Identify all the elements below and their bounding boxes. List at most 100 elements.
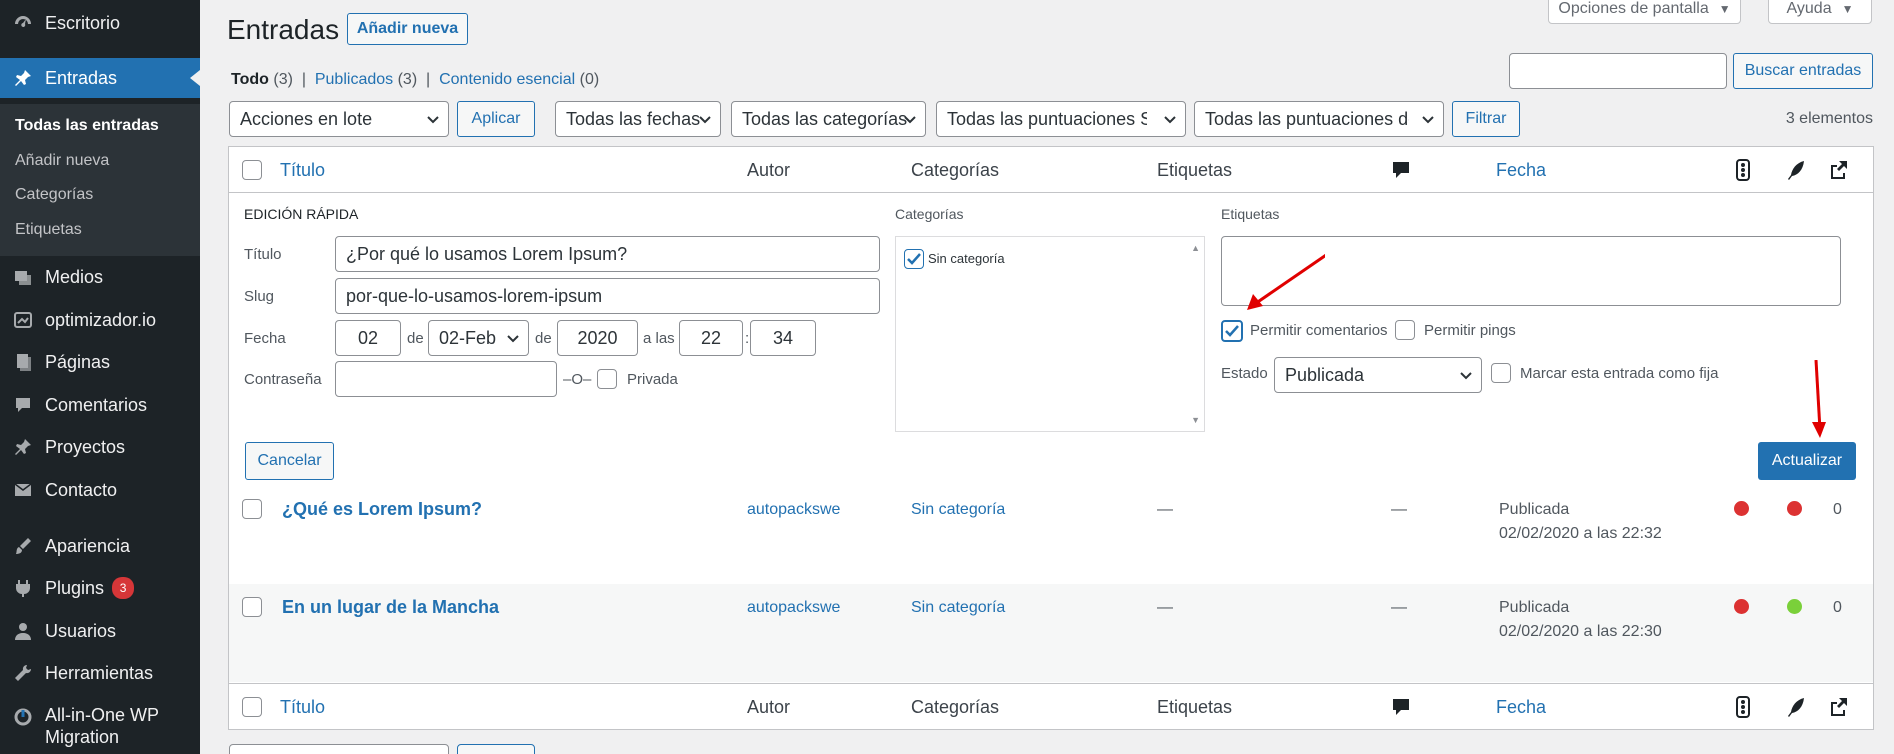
mail-icon — [12, 479, 34, 501]
post-status: Publicada — [1499, 501, 1570, 518]
qe-minute-input[interactable]: 34 — [750, 320, 816, 356]
menu-migration[interactable]: All-in-One WP Migration — [0, 704, 200, 754]
qe-hour-input[interactable]: 22 — [679, 320, 743, 356]
bulk-actions-select[interactable]: Acciones en lote — [229, 101, 449, 137]
menu-apariencia[interactable]: Apariencia — [0, 526, 200, 566]
category-label: Sin categoría — [928, 251, 1005, 266]
category-link[interactable]: Sin categoría — [911, 599, 1005, 617]
view-all[interactable]: Todo — [231, 71, 269, 88]
table-footer: Título Autor Categorías Etiquetas Fecha — [229, 683, 1873, 729]
seo-score-filter-select[interactable]: Todas las puntuaciones SEO — [936, 101, 1186, 137]
qe-or-label: –O– — [563, 371, 592, 388]
chevron-down-icon — [699, 116, 711, 124]
pages-icon — [12, 351, 34, 373]
filter-button[interactable]: Filtrar — [1452, 101, 1520, 137]
row-checkbox[interactable] — [242, 597, 262, 617]
menu-optimizador[interactable]: optimizador.io — [0, 300, 200, 340]
row-checkbox[interactable] — [242, 499, 262, 519]
qe-password-label: Contraseña — [244, 371, 322, 388]
allow-comments-checkbox[interactable] — [1221, 320, 1243, 342]
category-checkbox[interactable] — [904, 249, 924, 269]
allow-pings-checkbox[interactable] — [1395, 320, 1415, 340]
qe-password-input[interactable] — [335, 361, 557, 397]
menu-usuarios[interactable]: Usuarios — [0, 611, 200, 651]
view-cornerstone[interactable]: Contenido esencial — [439, 71, 575, 88]
submenu-categorias[interactable]: Categorías — [15, 186, 93, 204]
column-date[interactable]: Fecha — [1496, 697, 1546, 718]
menu-paginas[interactable]: Páginas — [0, 342, 200, 382]
category-filter-select[interactable]: Todas las categorías — [731, 101, 926, 137]
wrench-icon — [12, 662, 34, 684]
internal-links-count: 0 — [1833, 599, 1842, 616]
comments-icon — [12, 394, 34, 416]
readability-score-dot — [1787, 501, 1802, 516]
submenu-todas[interactable]: Todas las entradas — [15, 117, 159, 135]
apply-button-bottom[interactable] — [457, 744, 535, 754]
readability-icon — [1788, 698, 1804, 717]
search-input[interactable] — [1509, 53, 1727, 89]
menu-contacto[interactable]: Contacto — [0, 470, 200, 510]
select-all-checkbox[interactable] — [242, 160, 262, 180]
post-status: Publicada — [1499, 599, 1570, 616]
optimizer-icon — [12, 309, 34, 331]
qe-month-select[interactable]: 02-Feb — [428, 320, 529, 356]
menu-escritorio[interactable]: Escritorio — [0, 3, 200, 43]
post-date: 02/02/2020 a las 22:30 — [1499, 623, 1662, 640]
page-title: Entradas — [227, 14, 340, 45]
qe-slug-input[interactable]: por-que-lo-usamos-lorem-ipsum — [335, 278, 880, 314]
qe-slug-label: Slug — [244, 288, 275, 305]
qe-day-input[interactable]: 02 — [335, 320, 401, 356]
date-filter-select[interactable]: Todas las fechas — [555, 101, 721, 137]
scroll-down-icon[interactable]: ▼ — [1191, 415, 1200, 425]
readability-filter-select[interactable]: Todas las puntuaciones de legibilidad — [1194, 101, 1444, 137]
menu-comentarios[interactable]: Comentarios — [0, 385, 200, 425]
bulk-actions-select-bottom[interactable] — [229, 744, 449, 754]
menu-herramientas[interactable]: Herramientas — [0, 653, 200, 693]
apply-button[interactable]: Aplicar — [457, 101, 535, 137]
qe-private-checkbox[interactable] — [597, 369, 617, 389]
submenu-anadir[interactable]: Añadir nueva — [15, 152, 109, 170]
qe-categories-list[interactable]: Sin categoría ▲ ▼ — [895, 236, 1205, 432]
post-title-link[interactable]: ¿Qué es Lorem Ipsum? — [282, 499, 482, 520]
qe-title-input[interactable]: ¿Por qué lo usamos Lorem Ipsum? — [335, 236, 880, 272]
column-title[interactable]: Título — [280, 697, 325, 718]
chevron-down-icon — [904, 116, 916, 124]
annotation-arrow-icon — [1812, 360, 1826, 438]
help-tab[interactable]: Ayuda ▼ — [1768, 0, 1872, 24]
menu-entradas[interactable]: Entradas — [0, 58, 200, 98]
column-categories: Categorías — [911, 697, 1000, 717]
readability-icon — [1788, 161, 1804, 180]
qe-status-select[interactable]: Publicada — [1274, 357, 1482, 393]
column-categories: Categorías — [911, 160, 1000, 180]
plugin-icon — [12, 577, 34, 599]
cancel-button[interactable]: Cancelar — [245, 442, 334, 480]
qe-title-label: Título — [244, 246, 282, 263]
column-date[interactable]: Fecha — [1496, 160, 1546, 181]
menu-medios[interactable]: Medios — [0, 257, 200, 297]
qe-categories-label: Categorías — [895, 206, 964, 222]
search-posts-button[interactable]: Buscar entradas — [1733, 53, 1873, 89]
screen-options-tab[interactable]: Opciones de pantalla ▼ — [1548, 0, 1741, 24]
update-button[interactable]: Actualizar — [1758, 442, 1856, 480]
select-all-checkbox[interactable] — [242, 697, 262, 717]
sticky-checkbox[interactable] — [1491, 363, 1511, 383]
qe-private-label: Privada — [627, 371, 678, 388]
submenu-etiquetas[interactable]: Etiquetas — [15, 221, 82, 239]
annotation-arrow-icon — [1247, 253, 1325, 310]
comments-column-icon[interactable] — [1390, 159, 1412, 181]
author-link[interactable]: autopackswe — [747, 599, 840, 617]
menu-plugins[interactable]: Plugins 3 — [0, 568, 200, 608]
comments-column-icon[interactable] — [1390, 696, 1412, 718]
category-link[interactable]: Sin categoría — [911, 501, 1005, 519]
qe-de-label: de — [535, 330, 552, 347]
author-link[interactable]: autopackswe — [747, 501, 840, 519]
qe-year-input[interactable]: 2020 — [557, 320, 638, 356]
column-title[interactable]: Título — [280, 160, 325, 181]
qe-at-label: a las — [643, 330, 675, 347]
add-new-button[interactable]: Añadir nueva — [347, 13, 468, 45]
post-title-link[interactable]: En un lugar de la Mancha — [282, 597, 499, 618]
view-published[interactable]: Publicados — [315, 71, 393, 88]
menu-proyectos[interactable]: Proyectos — [0, 427, 200, 467]
plugins-update-badge: 3 — [112, 577, 135, 599]
scroll-up-icon[interactable]: ▲ — [1191, 243, 1200, 253]
